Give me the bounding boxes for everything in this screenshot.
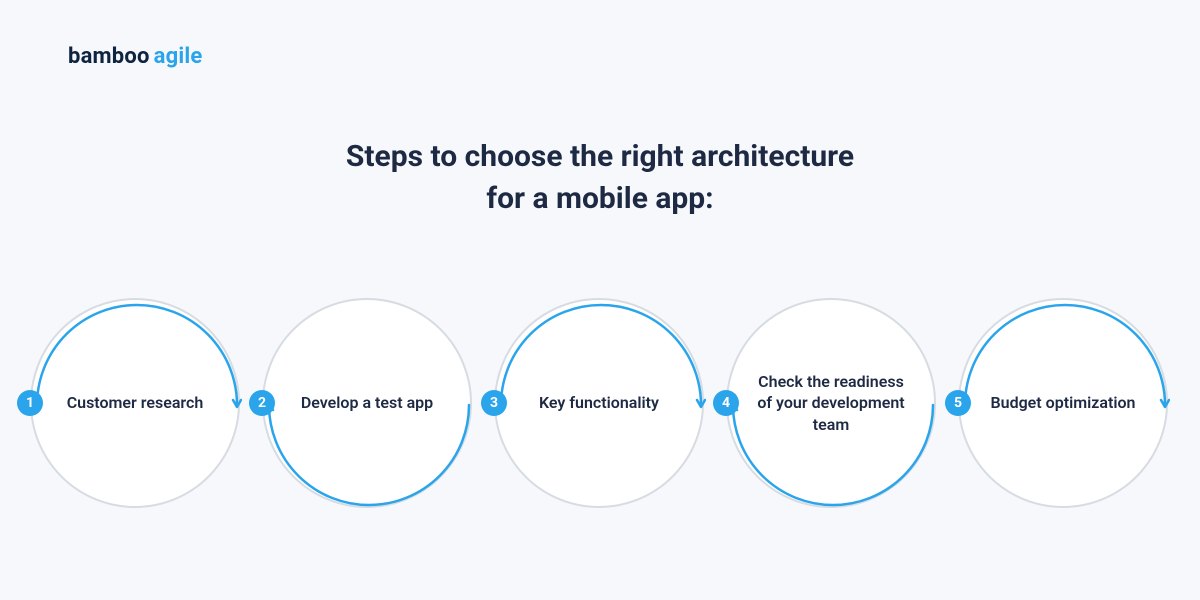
step-number: 5 [954, 395, 962, 411]
step-badge-3: 3 [481, 390, 507, 416]
step-number: 4 [722, 395, 730, 411]
steps-chain: Customer research1Develop a test app2Key… [30, 298, 1170, 508]
step-badge-1: 1 [17, 390, 43, 416]
step-circle-3: Key functionality [494, 298, 704, 508]
logo: bambooagile [68, 44, 203, 69]
step-circle-4: Check the readiness of your development … [726, 298, 936, 508]
step-label: Check the readiness of your development … [750, 371, 912, 436]
step-badge-4: 4 [713, 390, 739, 416]
step-circle-2: Develop a test app [262, 298, 472, 508]
step-circle-1: Customer research [30, 298, 240, 508]
step-label: Develop a test app [301, 392, 433, 414]
title-line-2: for a mobile app: [0, 178, 1200, 220]
step-number: 1 [26, 395, 34, 411]
step-badge-2: 2 [249, 390, 275, 416]
title-line-1: Steps to choose the right architecture [0, 136, 1200, 178]
step-label: Budget optimization [990, 392, 1135, 414]
step-label: Key functionality [539, 392, 659, 414]
page-title: Steps to choose the right architecture f… [0, 136, 1200, 220]
step-number: 3 [490, 395, 498, 411]
logo-text-2: agile [154, 44, 203, 69]
logo-text-1: bamboo [68, 44, 150, 69]
step-number: 2 [258, 395, 266, 411]
step-circle-5: Budget optimization [958, 298, 1168, 508]
step-badge-5: 5 [945, 390, 971, 416]
step-label: Customer research [67, 392, 204, 414]
